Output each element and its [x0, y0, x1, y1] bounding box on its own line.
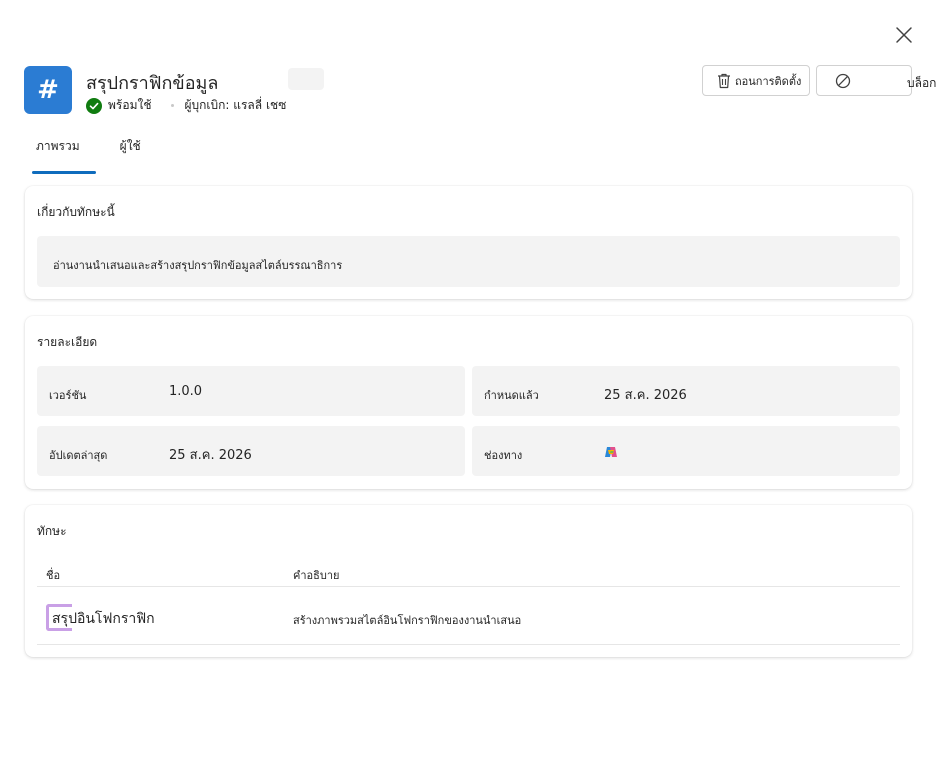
column-header-name: ชื่อ [46, 569, 61, 582]
copilot-icon [605, 447, 617, 457]
separator-dot [171, 104, 175, 107]
block-label: บล็อก [907, 76, 936, 90]
publisher-text: ผู้บุกเบิก: แรลลี่ เชซ [184, 98, 287, 112]
skills-heading: ทักษะ [37, 524, 67, 538]
trash-icon [718, 73, 730, 88]
tab-bar: ภาพรวม ผู้ใช้ [32, 137, 141, 174]
about-description: อ่านงานนำเสนอและสร้างสรุปกราฟิกข้อมูลสไต… [37, 236, 900, 287]
assigned-value: 25 ส.ค. 2026 [604, 388, 687, 403]
page-title: สรุปกราฟิกข้อมูล [86, 73, 219, 94]
updated-label: อัปเดตล่าสุด [49, 449, 108, 462]
details-card: รายละเอียด เวอร์ชัน 1.0.0 กำหนดแล้ว 25 ส… [25, 316, 912, 489]
updated-value: 25 ส.ค. 2026 [169, 448, 252, 463]
block-icon [835, 73, 851, 88]
close-icon[interactable] [893, 24, 915, 46]
about-heading: เกี่ยวกับทักษะนี้ [37, 205, 115, 219]
channel-cell: ช่องทาง [472, 426, 900, 476]
column-header-description: คำอธิบาย [293, 569, 340, 582]
row-divider [37, 644, 900, 645]
skill-description: สร้างภาพรวมสไตล์อินโฟกราฟิกของงานนำเสนอ [293, 614, 522, 627]
uninstall-label: ถอนการติดตั้ง [735, 74, 802, 88]
details-heading: รายละเอียด [37, 335, 98, 349]
block-button[interactable]: บล็อก [816, 65, 936, 96]
status-text: พร้อมใช้ [108, 98, 152, 112]
tab-overview[interactable]: ภาพรวม [32, 137, 96, 174]
app-icon: # [24, 66, 72, 114]
uninstall-button[interactable]: ถอนการติดตั้ง [702, 65, 810, 96]
tab-users[interactable]: ผู้ใช้ [120, 137, 141, 172]
version-label: เวอร์ชัน [49, 389, 87, 402]
version-value: 1.0.0 [169, 384, 203, 399]
header-divider [37, 586, 900, 587]
skill-name: สรุปอินโฟกราฟิก [52, 611, 155, 627]
updated-cell: อัปเดตล่าสุด 25 ส.ค. 2026 [37, 426, 465, 476]
title-badge [288, 68, 324, 90]
about-card: เกี่ยวกับทักษะนี้ อ่านงานนำเสนอและสร้างส… [25, 186, 912, 299]
version-cell: เวอร์ชัน 1.0.0 [37, 366, 465, 416]
check-circle-icon [86, 97, 102, 114]
skills-card: ทักษะ ชื่อ คำอธิบาย สรุปอินโฟกราฟิก สร้า… [25, 505, 912, 657]
assigned-cell: กำหนดแล้ว 25 ส.ค. 2026 [472, 366, 900, 416]
channel-label: ช่องทาง [484, 449, 523, 462]
status-row: พร้อมใช้ ผู้บุกเบิก: แรลลี่ เชซ [86, 96, 286, 115]
assigned-label: กำหนดแล้ว [484, 389, 539, 402]
